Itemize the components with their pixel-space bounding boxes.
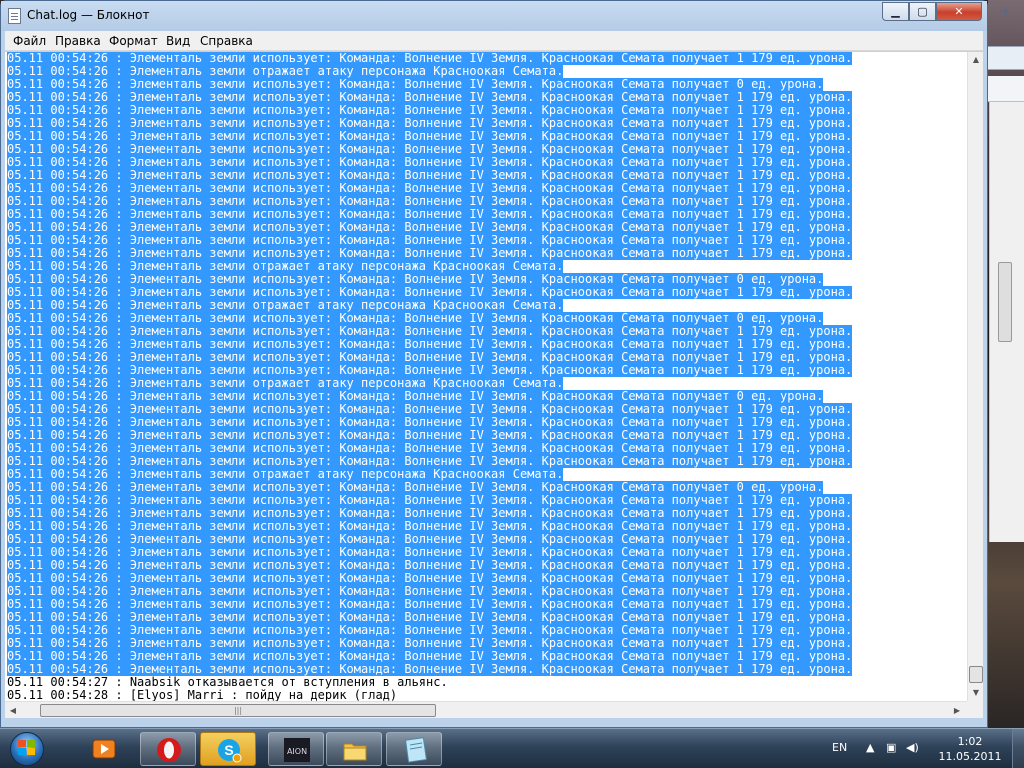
scrollbar-corner [967,701,983,718]
background-window-bar [988,76,1024,102]
show-hidden-icons-icon[interactable]: ▲ [866,741,874,754]
taskbar-opera[interactable] [140,732,196,766]
clock-date: 11.05.2011 [938,750,1002,763]
skype-icon: S [218,739,242,763]
vertical-scrollbar[interactable]: ▲ ▼ [967,52,983,701]
system-clock[interactable]: 1:02 11.05.2011 [930,734,1010,764]
windows-logo-icon [18,740,36,756]
notepad-window: Chat.log — Блокнот ▁ ▢ ✕ Файл Правка Фор… [0,0,988,728]
taskbar: S AION EN ▲ ▣ ◀) 1:02 11.05.2011 [0,728,1024,768]
clock-time: 1:02 [957,735,983,748]
start-button[interactable] [6,731,50,767]
taskbar-explorer[interactable] [326,732,382,766]
taskbar-aion[interactable]: AION [268,732,324,766]
close-button[interactable]: ✕ [936,2,982,21]
scroll-up-arrow-icon[interactable]: ▲ [968,52,984,68]
notepad-app-icon[interactable] [8,8,21,24]
svg-text:AION: AION [287,747,307,756]
menu-view[interactable]: Вид [166,34,190,48]
media-player-icon [92,739,116,759]
horizontal-scrollbar[interactable]: ◀ ||| ▶ [5,701,967,718]
menu-bar: Файл Правка Формат Вид Справка [5,31,983,51]
log-line[interactable]: 05.11 00:54:28 : [Elyos] Marri : пойду н… [7,689,397,702]
text-editor-area[interactable]: 05.11 00:54:26 : Элементаль земли исполь… [5,52,967,701]
language-indicator[interactable]: EN [832,741,847,754]
title-bar[interactable]: Chat.log — Блокнот ▁ ▢ ✕ [1,1,987,31]
background-scroll-thumb[interactable] [998,262,1012,342]
vertical-scroll-thumb[interactable] [969,666,983,683]
desktop-background: ➜ [988,0,1024,728]
folder-icon [343,743,367,761]
svg-text:S: S [224,742,233,758]
horizontal-scroll-thumb[interactable]: ||| [40,704,436,717]
taskbar-media-center[interactable] [76,732,132,766]
volume-icon[interactable]: ◀) [906,741,919,754]
background-window-scrollbar[interactable] [989,102,1024,542]
minimize-button[interactable]: ▁ [882,2,909,21]
menu-file[interactable]: Файл [13,34,46,48]
taskbar-notepad[interactable] [386,732,442,766]
scroll-left-arrow-icon[interactable]: ◀ [5,702,21,719]
opera-icon [157,738,181,762]
aion-icon: AION [284,738,310,762]
forward-arrow-icon[interactable]: ➜ [998,4,1010,20]
network-activity-icon[interactable]: ▣ [886,741,896,754]
show-desktop-button[interactable] [1012,729,1024,768]
background-window-toolbar [988,46,1024,113]
menu-edit[interactable]: Правка [55,34,101,48]
menu-format[interactable]: Формат [109,34,158,48]
window-title: Chat.log — Блокнот [27,8,150,22]
maximize-button[interactable]: ▢ [909,2,936,21]
scroll-right-arrow-icon[interactable]: ▶ [949,702,965,719]
menu-help[interactable]: Справка [200,34,253,48]
scroll-down-arrow-icon[interactable]: ▼ [968,685,984,701]
notepad-icon [404,737,427,763]
taskbar-skype[interactable]: S [200,732,256,766]
